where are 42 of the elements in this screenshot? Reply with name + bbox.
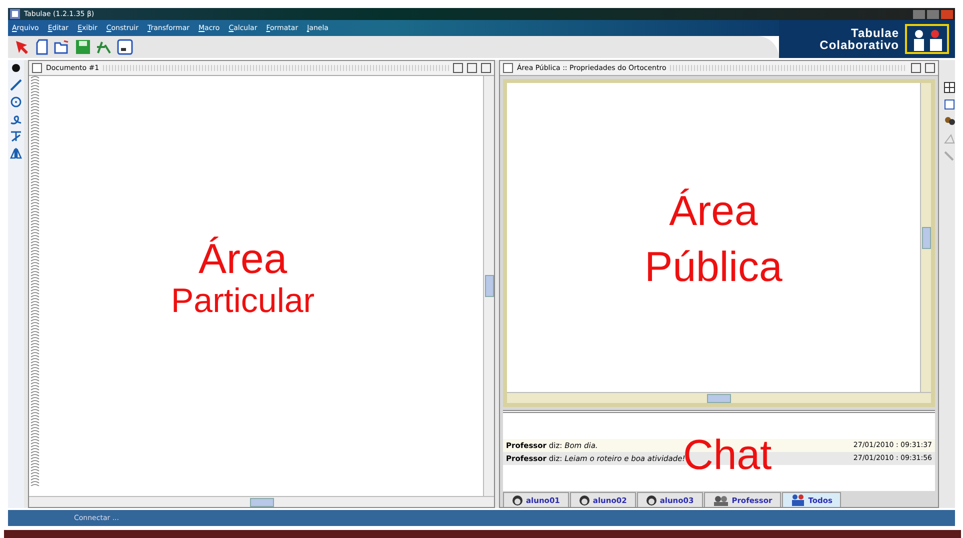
curve-icon[interactable] bbox=[10, 113, 22, 125]
grid-icon[interactable] bbox=[944, 82, 954, 93]
pointer-icon[interactable] bbox=[14, 39, 30, 55]
horizontal-scrollbar[interactable] bbox=[29, 496, 494, 507]
reflection-icon[interactable] bbox=[10, 147, 22, 159]
banner-title: Tabulae bbox=[851, 27, 899, 39]
maximize-button[interactable] bbox=[925, 63, 935, 73]
vertical-scrollbar[interactable] bbox=[483, 76, 494, 496]
line-icon[interactable] bbox=[10, 79, 22, 91]
close-button[interactable] bbox=[481, 63, 491, 73]
annotation-label: Pública bbox=[644, 242, 782, 292]
banner-subtitle: Colaborativo bbox=[820, 39, 899, 51]
people-icon bbox=[712, 494, 729, 506]
point-icon[interactable] bbox=[10, 62, 22, 74]
person-icon bbox=[646, 494, 657, 506]
people-icon[interactable] bbox=[944, 116, 954, 127]
people-logo-icon bbox=[905, 24, 949, 54]
save-icon[interactable] bbox=[75, 39, 91, 55]
group-icon bbox=[791, 494, 806, 506]
perpendicular-icon[interactable] bbox=[10, 130, 22, 142]
person-icon bbox=[578, 494, 590, 506]
checkbox[interactable] bbox=[32, 63, 42, 73]
close-button[interactable] bbox=[941, 10, 953, 18]
window-icon[interactable] bbox=[117, 39, 133, 55]
folder-icon[interactable] bbox=[54, 39, 70, 55]
circle-icon[interactable] bbox=[10, 96, 22, 108]
restore-button[interactable] bbox=[453, 63, 463, 73]
document-icon[interactable] bbox=[944, 99, 954, 110]
annotation-label: Área bbox=[198, 236, 288, 282]
minimize-button[interactable] bbox=[913, 10, 925, 18]
annotation-label: Área bbox=[669, 186, 758, 236]
new-file-icon[interactable] bbox=[35, 39, 49, 55]
graph-icon[interactable] bbox=[96, 39, 112, 55]
checkbox[interactable] bbox=[503, 63, 513, 73]
maximize-button[interactable] bbox=[467, 63, 477, 73]
person-icon bbox=[512, 494, 523, 506]
restore-button[interactable] bbox=[911, 63, 921, 73]
app-icon bbox=[10, 9, 20, 19]
annotation-label: Particular bbox=[171, 282, 315, 320]
maximize-button[interactable] bbox=[927, 10, 939, 18]
horizontal-scrollbar[interactable] bbox=[507, 392, 931, 403]
vertical-scrollbar[interactable] bbox=[920, 83, 931, 392]
